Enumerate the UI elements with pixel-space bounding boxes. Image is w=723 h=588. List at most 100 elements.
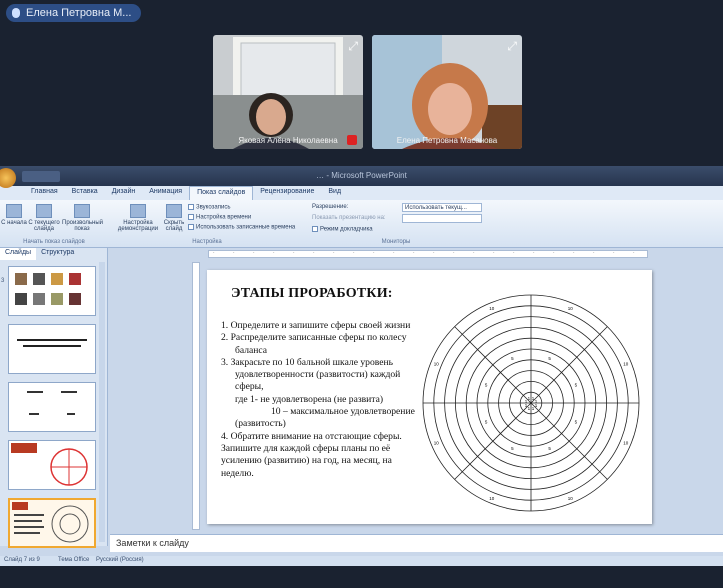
slide-thumbnail[interactable]: [8, 440, 96, 490]
ruler-tick: ·: [273, 250, 275, 256]
participant-tile-2[interactable]: ⤢ Елена Петровна Масанова: [372, 35, 522, 149]
ruler-tick: ·: [473, 250, 475, 256]
tab-design[interactable]: Дизайн: [105, 186, 143, 200]
setup-show-button[interactable]: Настройка демонстрации: [116, 204, 160, 232]
slide-counter: Слайд 7 из 9: [4, 557, 40, 563]
tab-slideshow[interactable]: Показ слайдов: [189, 186, 254, 200]
step-3: 3. Закрасьте по 10 бальной шкале уровень…: [221, 356, 401, 393]
ribbon-tabs: Главная Вставка Дизайн Анимация Показ сл…: [0, 186, 723, 200]
vertical-ruler: [192, 262, 200, 530]
hide-slide-icon: [166, 204, 182, 218]
step-3-high: 10 – максимальное удовлетворение (развит…: [235, 406, 415, 430]
ruler-tick: ·: [253, 250, 255, 256]
balance-wheel: 15101510151015101510151015101510: [422, 294, 640, 512]
theme-name: Тема Office: [58, 557, 90, 563]
slide-thumbnail[interactable]: [8, 324, 96, 374]
tab-slides[interactable]: Слайды: [0, 248, 37, 260]
muted-mic-icon: [347, 135, 357, 145]
from-current-label: С текущего слайда: [28, 220, 60, 232]
from-current-button[interactable]: С текущего слайда: [28, 204, 60, 232]
use-timings-label: Использовать записанные времена: [196, 224, 296, 231]
window-title: … - Microsoft PowerPoint: [316, 171, 407, 180]
show-on-dropdown[interactable]: [402, 214, 482, 223]
ruler-tick: ·: [533, 250, 535, 256]
wheel-score-label: 10: [434, 362, 440, 367]
thumbnail-image: [10, 500, 94, 546]
ruler-tick: ·: [453, 250, 455, 256]
participant-name-2: Елена Петровна Масанова: [396, 136, 498, 145]
pane-tabs: Слайды Структура: [0, 248, 107, 260]
tab-animation[interactable]: Анимация: [142, 186, 189, 200]
tab-outline[interactable]: Структура: [36, 248, 79, 260]
slides-pane: Слайды Структура 3: [0, 248, 108, 548]
current-slide[interactable]: ЭТАПЫ ПРОРАБОТКИ: 1. Определите и запиши…: [207, 270, 652, 524]
ruler-tick: ·: [353, 250, 355, 256]
presenter-name: Елена Петровна М...: [26, 7, 132, 19]
slide-thumbnail[interactable]: [8, 382, 96, 432]
setup-label: Настройка демонстрации: [117, 220, 159, 232]
timings-checkbox: [188, 214, 194, 220]
pane-scrollbar[interactable]: [99, 262, 105, 542]
ruler-tick: ·: [433, 250, 435, 256]
expand-icon[interactable]: ⤢: [348, 39, 358, 54]
wheel-score-label: 10: [489, 496, 495, 501]
ruler-tick: ·: [333, 250, 335, 256]
microphone-icon: [12, 8, 20, 18]
thumbnail-image: [9, 441, 95, 489]
custom-show-button[interactable]: Произвольный показ: [62, 204, 103, 232]
ruler-tick: ·: [493, 250, 495, 256]
tab-insert[interactable]: Вставка: [65, 186, 105, 200]
ruler-tick: ·: [373, 250, 375, 256]
slide-thumbnail[interactable]: [8, 266, 96, 316]
thumbnail-image: [17, 339, 87, 347]
ruler-tick: ·: [393, 250, 395, 256]
step-1: 1. Определите и запишите сферы своей жиз…: [221, 320, 411, 331]
wheel-score-label: 10: [568, 306, 574, 311]
use-timings-option[interactable]: Использовать записанные времена: [188, 224, 295, 231]
slideshow-current-icon: [36, 204, 52, 218]
narration-checkbox: [188, 204, 194, 210]
ruler-tick: ·: [633, 250, 635, 256]
setup-icon: [130, 204, 146, 218]
horizontal-ruler: · · · · · · · · · · · · · · · · · · · · · ·: [208, 250, 648, 258]
tab-home[interactable]: Главная: [24, 186, 65, 200]
conference-controls-bar: [0, 566, 723, 588]
thumb-number: 3: [1, 278, 5, 284]
ruler-tick: ·: [413, 250, 415, 256]
notes-pane[interactable]: Заметки к слайду: [110, 534, 723, 552]
resolution-label: Разрешение:: [312, 204, 349, 210]
record-narration-option[interactable]: Звукозапись: [188, 204, 230, 211]
presenter-view-option[interactable]: Режим докладчика: [312, 226, 373, 233]
wheel-score-label: 10: [489, 306, 495, 311]
thumbnail-image: [15, 273, 81, 305]
hide-slide-label: Скрыть слайд: [163, 220, 185, 232]
wheel-score-label: 10: [623, 362, 629, 367]
status-bar: Слайд 7 из 9 Тема Office Русский (Россия…: [0, 556, 723, 566]
participant-tile-1[interactable]: ⤢ Яковая Алёна Николаевна: [213, 35, 363, 149]
show-on-label: Показать презентацию на:: [312, 215, 386, 221]
slide-editor: · · · · · · · · · · · · · · · · · · · · · · ЭТАПЫ ПРОРАБОТКИ:…: [110, 248, 723, 534]
narration-label: Звукозапись: [196, 204, 231, 211]
tab-view[interactable]: Вид: [321, 186, 348, 200]
ruler-tick: ·: [593, 250, 595, 256]
hide-slide-button[interactable]: Скрыть слайд: [160, 204, 188, 232]
participant-name-1: Яковая Алёна Николаевна: [238, 136, 338, 145]
ribbon: С начала С текущего слайда Произвольный …: [0, 200, 723, 248]
ruler-tick: ·: [553, 250, 555, 256]
slide-title: ЭТАПЫ ПРОРАБОТКИ:: [231, 286, 393, 301]
step-3-low: где 1- не удовлетворена (не развита): [235, 393, 384, 405]
tab-review[interactable]: Рецензирование: [253, 186, 321, 200]
from-start-button[interactable]: С начала: [0, 204, 28, 226]
ruler-tick: ·: [213, 250, 215, 256]
custom-show-icon: [74, 204, 90, 218]
slide-thumbnail-selected[interactable]: [8, 498, 96, 548]
group-label-start: Начать показ слайдов: [23, 239, 85, 245]
resolution-dropdown[interactable]: Использовать текущ...: [402, 203, 482, 212]
timings-label: Настройка времени: [196, 214, 252, 221]
rehearse-timings-option[interactable]: Настройка времени: [188, 214, 251, 221]
ruler-tick: ·: [613, 250, 615, 256]
expand-icon[interactable]: ⤢: [507, 39, 517, 54]
presenter-name-pill[interactable]: Елена Петровна М...: [6, 4, 142, 22]
participant-video-2: [372, 35, 522, 149]
thumbnail-image: [27, 391, 77, 415]
